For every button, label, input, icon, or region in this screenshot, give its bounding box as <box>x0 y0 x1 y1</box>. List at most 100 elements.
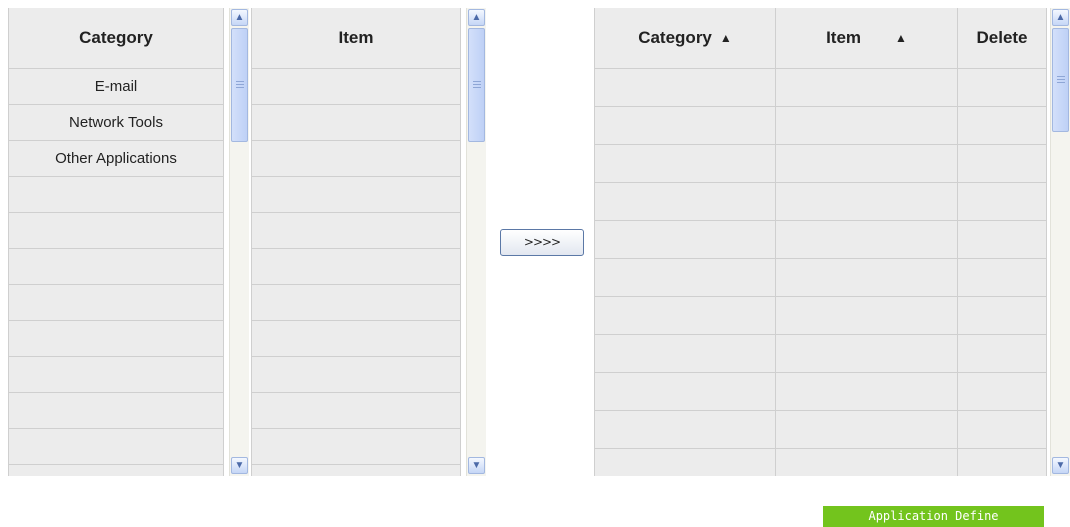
selected-item-cell <box>776 183 958 220</box>
scroll-up-icon[interactable]: ▲ <box>231 9 248 26</box>
selected-item-cell <box>776 335 958 372</box>
category-row[interactable]: Other Applications <box>9 141 224 177</box>
selected-row <box>595 373 1047 411</box>
item-header: Item <box>252 8 461 69</box>
selected-category-cell <box>595 449 776 476</box>
category-row[interactable]: E-mail <box>9 69 224 105</box>
selected-grid: Category ▲ Item ▲ Delete <box>594 8 1047 476</box>
item-row[interactable] <box>252 285 461 321</box>
item-row[interactable] <box>252 357 461 393</box>
selected-delete-cell <box>958 373 1047 410</box>
category-list[interactable]: Category E-mail Network Tools Other Applic… <box>8 8 249 476</box>
category-row[interactable] <box>9 213 224 249</box>
selected-item-cell <box>776 221 958 258</box>
item-row[interactable] <box>252 429 461 465</box>
item-row[interactable] <box>252 105 461 141</box>
selected-delete-cell <box>958 221 1047 258</box>
item-row[interactable] <box>252 321 461 357</box>
scroll-thumb[interactable] <box>468 28 485 142</box>
selected-rows <box>595 69 1047 476</box>
selected-delete-header: Delete <box>958 8 1047 68</box>
category-row[interactable] <box>9 249 224 285</box>
selected-item-cell <box>776 373 958 410</box>
selected-category-cell <box>595 145 776 182</box>
selected-row <box>595 145 1047 183</box>
selected-category-cell <box>595 259 776 296</box>
sort-asc-icon: ▲ <box>895 31 907 45</box>
selected-row <box>595 259 1047 297</box>
application-define-link[interactable]: Application Define <box>823 506 1044 527</box>
category-row[interactable] <box>9 429 224 465</box>
item-row[interactable] <box>252 249 461 285</box>
selected-category-cell <box>595 107 776 144</box>
scroll-thumb[interactable] <box>231 28 248 142</box>
selected-delete-cell <box>958 107 1047 144</box>
grip-icon <box>473 81 481 88</box>
category-row[interactable]: Network Tools <box>9 105 224 141</box>
selected-category-cell <box>595 183 776 220</box>
item-row[interactable] <box>252 141 461 177</box>
item-row[interactable] <box>252 69 461 105</box>
item-grid: Item <box>251 8 461 476</box>
category-row[interactable] <box>9 465 224 476</box>
category-row[interactable] <box>9 285 224 321</box>
selected-header: Category ▲ Item ▲ Delete <box>595 8 1047 69</box>
selected-row <box>595 107 1047 145</box>
selected-item-cell <box>776 297 958 334</box>
add-to-selected-button[interactable]: >>>> <box>500 229 584 256</box>
selected-delete-header-label: Delete <box>976 28 1028 47</box>
selected-row <box>595 69 1047 107</box>
selected-item-cell <box>776 411 958 448</box>
scroll-up-icon[interactable]: ▲ <box>1052 9 1069 26</box>
selected-row <box>595 183 1047 221</box>
selected-row <box>595 411 1047 449</box>
selected-row <box>595 335 1047 373</box>
selected-category-cell <box>595 297 776 334</box>
category-rows: E-mail Network Tools Other Applications <box>9 69 224 476</box>
selected-item-header-label: Item <box>826 28 862 47</box>
selected-delete-cell <box>958 183 1047 220</box>
category-header: Category <box>9 8 224 69</box>
selected-delete-cell <box>958 145 1047 182</box>
selected-category-cell <box>595 69 776 106</box>
scroll-down-icon[interactable]: ▼ <box>231 457 248 474</box>
item-row[interactable] <box>252 393 461 429</box>
item-row[interactable] <box>252 465 461 476</box>
selected-item-cell <box>776 69 958 106</box>
category-row[interactable] <box>9 393 224 429</box>
scroll-down-icon[interactable]: ▼ <box>1052 457 1069 474</box>
selected-delete-cell <box>958 449 1047 476</box>
selected-category-header-label: Category <box>638 28 712 47</box>
selected-category-cell <box>595 411 776 448</box>
selected-delete-cell <box>958 335 1047 372</box>
category-row[interactable] <box>9 177 224 213</box>
selected-delete-cell <box>958 297 1047 334</box>
grip-icon <box>236 81 244 88</box>
selected-row <box>595 297 1047 335</box>
selected-item-cell <box>776 259 958 296</box>
selected-item-cell <box>776 107 958 144</box>
selected-row <box>595 221 1047 259</box>
selected-list[interactable]: Category ▲ Item ▲ Delete ▲ ▼ <box>594 8 1070 476</box>
item-row[interactable] <box>252 213 461 249</box>
item-row[interactable] <box>252 177 461 213</box>
scroll-up-icon[interactable]: ▲ <box>468 9 485 26</box>
selected-category-cell <box>595 221 776 258</box>
item-list[interactable]: Item ▲ ▼ <box>251 8 486 476</box>
selected-item-cell <box>776 145 958 182</box>
selected-delete-cell <box>958 69 1047 106</box>
category-row[interactable] <box>9 321 224 357</box>
category-scrollbar[interactable]: ▲ ▼ <box>229 8 249 476</box>
selected-delete-cell <box>958 411 1047 448</box>
item-scrollbar[interactable]: ▲ ▼ <box>466 8 486 476</box>
selected-category-cell <box>595 335 776 372</box>
scroll-down-icon[interactable]: ▼ <box>468 457 485 474</box>
selected-row <box>595 449 1047 476</box>
selected-item-cell <box>776 449 958 476</box>
sort-asc-icon: ▲ <box>719 31 732 45</box>
selected-scrollbar[interactable]: ▲ ▼ <box>1050 8 1070 476</box>
scroll-thumb[interactable] <box>1052 28 1069 132</box>
category-row[interactable] <box>9 357 224 393</box>
selected-category-header[interactable]: Category ▲ <box>595 8 776 68</box>
selected-item-header[interactable]: Item ▲ <box>776 8 958 68</box>
